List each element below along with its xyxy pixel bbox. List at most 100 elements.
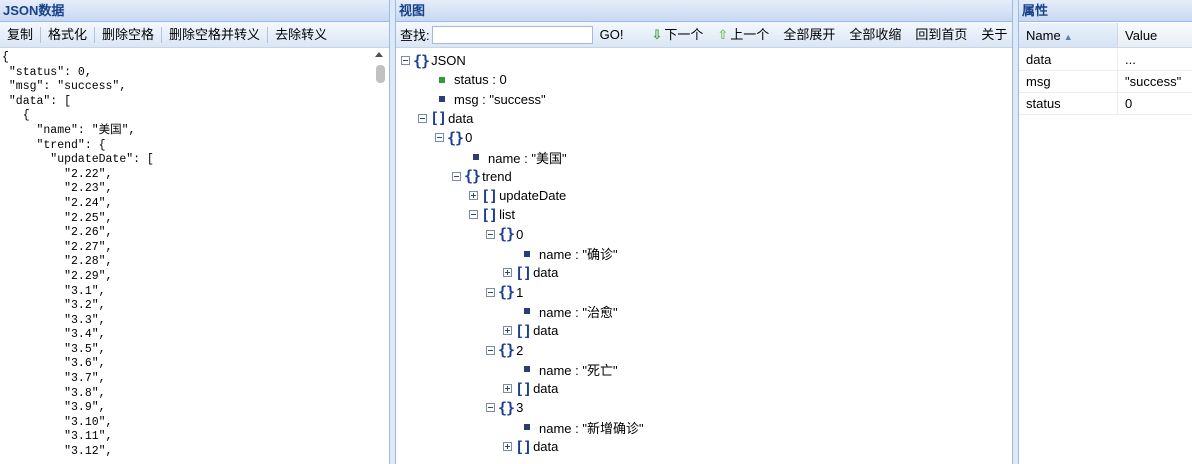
scroll-thumb[interactable] (376, 65, 385, 83)
next-button[interactable]: ⇩ 下一个 (644, 22, 710, 48)
property-value: ... (1125, 52, 1136, 67)
tree-node-label: data (533, 265, 559, 281)
tree-node-label: 0 (516, 226, 524, 242)
property-row[interactable]: status 0 (1019, 93, 1192, 115)
string-value-icon (439, 96, 445, 103)
tree-node[interactable]: name : "治愈" (520, 302, 618, 321)
tree-node-label: name : "新增确诊" (539, 420, 644, 436)
next-button-label: 下一个 (664, 26, 704, 42)
expand-all-button[interactable]: 全部展开 (776, 22, 842, 48)
left-toolbar-button[interactable]: 删除空格并转义 (162, 22, 267, 48)
tree-node[interactable]: {} 0 (486, 225, 523, 244)
code-line: "status": 0, (2, 65, 92, 79)
tree-node[interactable]: {} trend (452, 167, 512, 186)
left-toolbar-button[interactable]: 格式化 (41, 22, 94, 48)
name-column-label: Name (1026, 28, 1061, 43)
array-icon: [] (515, 321, 532, 340)
left-toolbar-button[interactable]: 复制 (0, 22, 40, 48)
object-icon: {} (447, 128, 464, 147)
properties-grid-header: Name ▲ Value (1019, 23, 1192, 48)
property-row[interactable]: msg "success" (1019, 71, 1192, 93)
properties-panel: 属性 Name ▲ Value data... msg "success" status… (1018, 0, 1192, 464)
code-line: "3.1", (2, 284, 106, 298)
tree-node[interactable]: [] list (469, 205, 515, 224)
string-value-icon (524, 424, 530, 431)
code-line: "2.24", (2, 196, 113, 210)
tree-node[interactable]: {} 0 (435, 128, 472, 147)
arrow-down-icon: ⇩ (651, 26, 663, 42)
arrow-up-icon: ⇧ (717, 26, 729, 42)
go-button[interactable]: GO! (593, 22, 631, 48)
tree-node-label: name : "治愈" (539, 304, 618, 320)
left-toolbar-button[interactable]: 删除空格 (95, 22, 161, 48)
code-scrollbar[interactable] (375, 49, 387, 464)
code-line: "3.10", (2, 415, 113, 429)
search-input[interactable] (431, 25, 593, 44)
scroll-up-arrow-icon[interactable] (375, 52, 383, 57)
expand-toggle-icon[interactable] (503, 268, 512, 278)
code-line: { (2, 109, 30, 123)
json-code-text[interactable]: { "status": 0, "msg": "success", "data":… (2, 51, 375, 460)
collapse-toggle-icon[interactable] (486, 287, 495, 297)
tree-node[interactable]: name : "确诊" (520, 244, 618, 263)
tree-node[interactable]: {} 3 (486, 398, 523, 417)
tree-node-label: list (499, 207, 515, 223)
collapse-toggle-icon[interactable] (486, 345, 495, 355)
number-value-icon (439, 76, 445, 83)
value-column-header[interactable]: Value (1118, 23, 1157, 47)
tree-node[interactable]: [] data (503, 379, 558, 398)
collapse-toggle-icon[interactable] (418, 113, 427, 123)
json-tree: {} JSON status : 0 msg : "success"[] data{} 0… (396, 49, 1012, 464)
collapse-toggle-icon[interactable] (486, 403, 495, 413)
search-label: 查找: (400, 28, 430, 43)
tree-node-label: 3 (516, 400, 524, 416)
collapse-toggle-icon[interactable] (486, 229, 495, 239)
array-icon: [] (481, 186, 498, 205)
tree-node[interactable]: [] updateDate (469, 186, 566, 205)
code-line: "2.25", (2, 211, 113, 225)
expand-toggle-icon[interactable] (503, 442, 512, 451)
collapse-toggle-icon[interactable] (435, 133, 444, 143)
sort-ascending-icon: ▲ (1063, 32, 1073, 42)
tree-node[interactable]: status : 0 (435, 70, 507, 89)
tree-node-label: JSON (431, 53, 466, 68)
tree-node-label: name : "死亡" (539, 362, 618, 378)
array-icon: [] (430, 109, 447, 128)
tree-node[interactable]: [] data (503, 263, 558, 282)
tree-node[interactable]: name : "新增确诊" (520, 418, 644, 437)
about-button[interactable]: 关于 (974, 22, 1012, 48)
object-icon: {} (498, 225, 515, 244)
expand-toggle-icon[interactable] (503, 326, 512, 336)
tree-node[interactable]: [] data (503, 321, 558, 340)
home-button[interactable]: 回到首页 (908, 22, 974, 48)
collapse-toggle-icon[interactable] (469, 210, 478, 220)
tree-node[interactable]: msg : "success" (435, 90, 546, 109)
json-code-editor[interactable]: { "status": 0, "msg": "success", "data":… (0, 49, 389, 464)
collapse-all-button[interactable]: 全部收缩 (842, 22, 908, 48)
array-icon: [] (515, 263, 532, 282)
object-icon: {} (498, 398, 515, 417)
left-toolbar-button[interactable]: 去除转义 (268, 22, 334, 48)
code-line: "3.3", (2, 313, 106, 327)
tree-node[interactable]: {} 1 (486, 283, 523, 302)
name-column-header[interactable]: Name ▲ (1019, 23, 1118, 47)
tree-node[interactable]: {} JSON (401, 51, 466, 70)
tree-node-label: trend (482, 168, 512, 184)
tree-node[interactable]: [] data (503, 437, 558, 456)
code-line: "data": [ (2, 94, 72, 108)
prev-button[interactable]: ⇧ 上一个 (710, 22, 776, 48)
tree-node[interactable]: name : "美国" (469, 148, 567, 167)
tree-node[interactable]: {} 2 (486, 341, 523, 360)
tree-node-label: status : 0 (454, 72, 507, 88)
tree-node-label: msg : "success" (454, 91, 546, 107)
expand-toggle-icon[interactable] (469, 191, 478, 201)
expand-toggle-icon[interactable] (503, 384, 512, 394)
code-line: "3.5", (2, 342, 106, 356)
tree-node[interactable]: [] data (418, 109, 473, 128)
collapse-toggle-icon[interactable] (401, 56, 410, 65)
property-row[interactable]: data... (1019, 49, 1192, 71)
collapse-toggle-icon[interactable] (452, 171, 461, 181)
code-line: "3.7", (2, 372, 106, 386)
tree-node[interactable]: name : "死亡" (520, 360, 618, 379)
code-line: "3.12", (2, 445, 113, 459)
